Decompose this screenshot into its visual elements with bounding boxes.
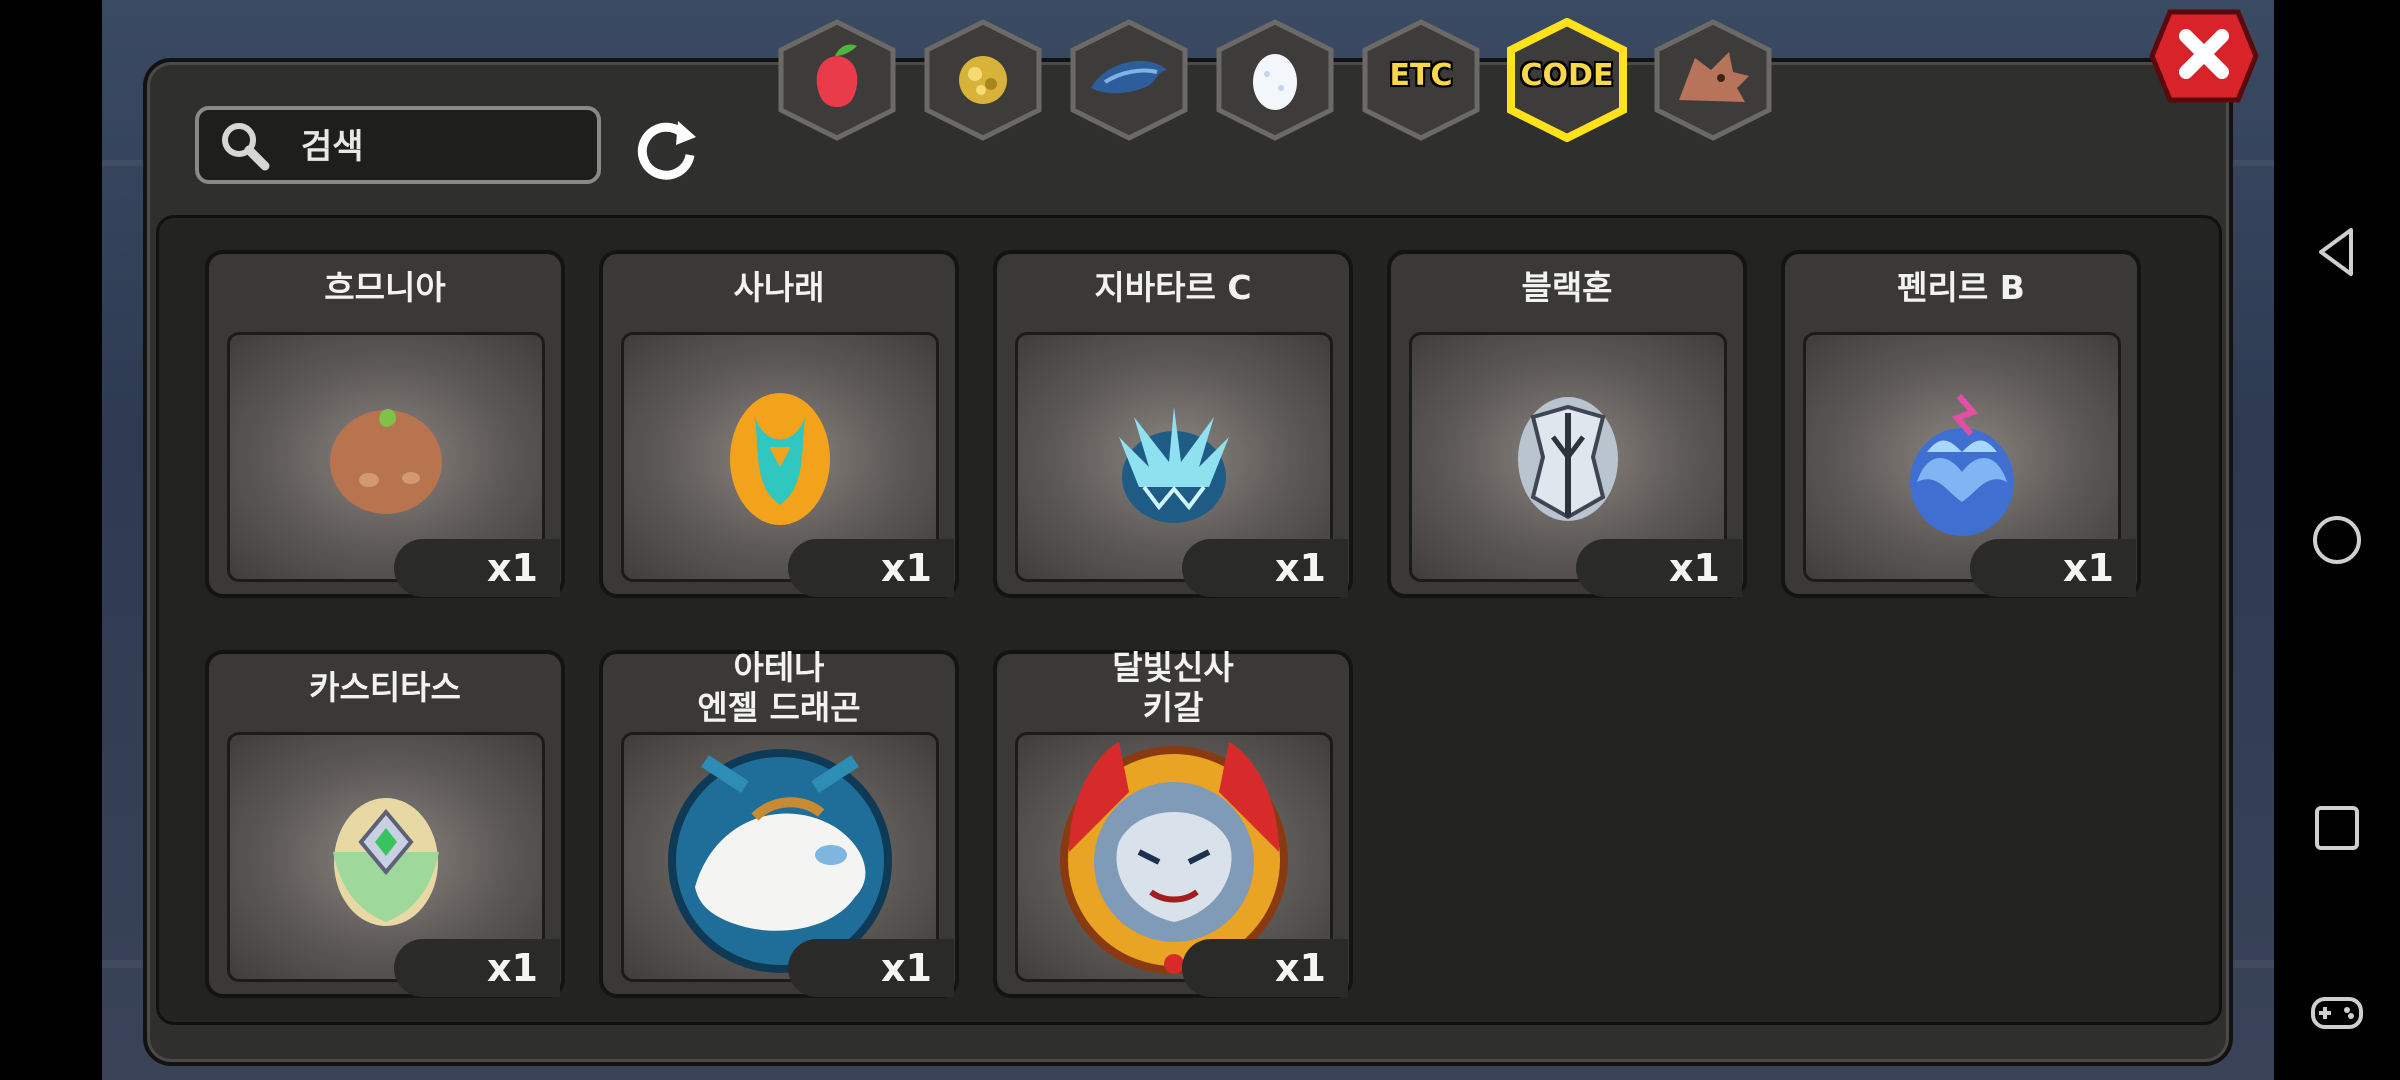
item-slot: x1 — [1409, 332, 1742, 597]
item-slot: x1 — [1803, 332, 2136, 597]
item-slot: x1 — [227, 732, 560, 997]
item-count: x1 — [394, 939, 560, 997]
item-name: 흐므니아 — [324, 268, 446, 307]
refresh-icon — [637, 121, 696, 180]
tab-ore[interactable] — [919, 18, 1047, 142]
tab-scale[interactable] — [1065, 18, 1193, 142]
item-card[interactable]: 카스티타스 x1 — [205, 650, 565, 998]
lightning-crystal-egg-icon — [1119, 407, 1229, 523]
item-name: 카스티타스 — [309, 668, 461, 707]
orange-teal-egg-icon — [730, 393, 830, 525]
item-count: x1 — [1576, 539, 1742, 597]
close-button[interactable] — [2148, 6, 2260, 106]
item-card[interactable]: 사나래 x1 — [599, 250, 959, 598]
tab-egg[interactable] — [1211, 18, 1339, 142]
tab-dragon[interactable] — [1649, 18, 1777, 142]
item-count: x1 — [788, 939, 954, 997]
egg-icon — [1253, 54, 1297, 110]
tab-etc-label: ETC — [1389, 58, 1453, 93]
item-slot: x1 — [1015, 732, 1348, 997]
item-count: x1 — [1970, 539, 2136, 597]
close-icon — [2149, 9, 2259, 103]
home-icon[interactable] — [2307, 510, 2367, 570]
refresh-button[interactable] — [630, 115, 708, 185]
system-nav-bar — [2274, 0, 2400, 1080]
tab-fruit[interactable] — [773, 18, 901, 142]
search-input[interactable] — [299, 120, 593, 174]
item-card[interactable]: 흐므니아 x1 — [205, 250, 565, 598]
gold-ore-icon — [959, 56, 1007, 104]
item-slot: x1 — [227, 332, 560, 597]
item-name: 사나래 — [733, 268, 825, 307]
search-icon — [222, 123, 270, 171]
item-count: x1 — [788, 539, 954, 597]
item-name: 달빛신사 키갈 — [1112, 648, 1234, 727]
tab-code-label: CODE — [1520, 58, 1614, 93]
silver-horn-egg-icon — [1518, 397, 1618, 521]
search-box[interactable] — [195, 106, 601, 184]
tab-etc[interactable]: ETC — [1357, 18, 1485, 142]
recents-icon[interactable] — [2307, 798, 2367, 858]
item-name: 지바타르 C — [1094, 268, 1252, 307]
brown-sprout-egg-icon — [330, 409, 442, 514]
back-icon[interactable] — [2307, 222, 2367, 282]
item-name: 아테나 엔젤 드래곤 — [697, 648, 861, 727]
gamepad-icon[interactable] — [2307, 983, 2367, 1043]
item-slot: x1 — [621, 732, 954, 997]
item-count: x1 — [394, 539, 560, 597]
item-card[interactable]: 블랙혼 x1 — [1387, 250, 1747, 598]
item-card[interactable]: 아테나 엔젤 드래곤 x1 — [599, 648, 959, 998]
item-card[interactable]: 달빛신사 키갈 x1 — [993, 648, 1353, 998]
winged-crest-egg-icon — [333, 798, 439, 926]
item-count: x1 — [1182, 539, 1348, 597]
item-slot: x1 — [621, 332, 954, 597]
item-slot: x1 — [1015, 332, 1348, 597]
item-name: 펜리르 B — [1897, 268, 2025, 307]
tab-code[interactable]: CODE — [1503, 18, 1631, 142]
item-card[interactable]: 펜리르 B x1 — [1781, 250, 2141, 598]
blue-petal-egg-icon — [1910, 394, 2014, 536]
item-name: 블랙혼 — [1521, 268, 1613, 307]
item-count: x1 — [1182, 939, 1348, 997]
item-card[interactable]: 지바타르 C x1 — [993, 250, 1353, 598]
